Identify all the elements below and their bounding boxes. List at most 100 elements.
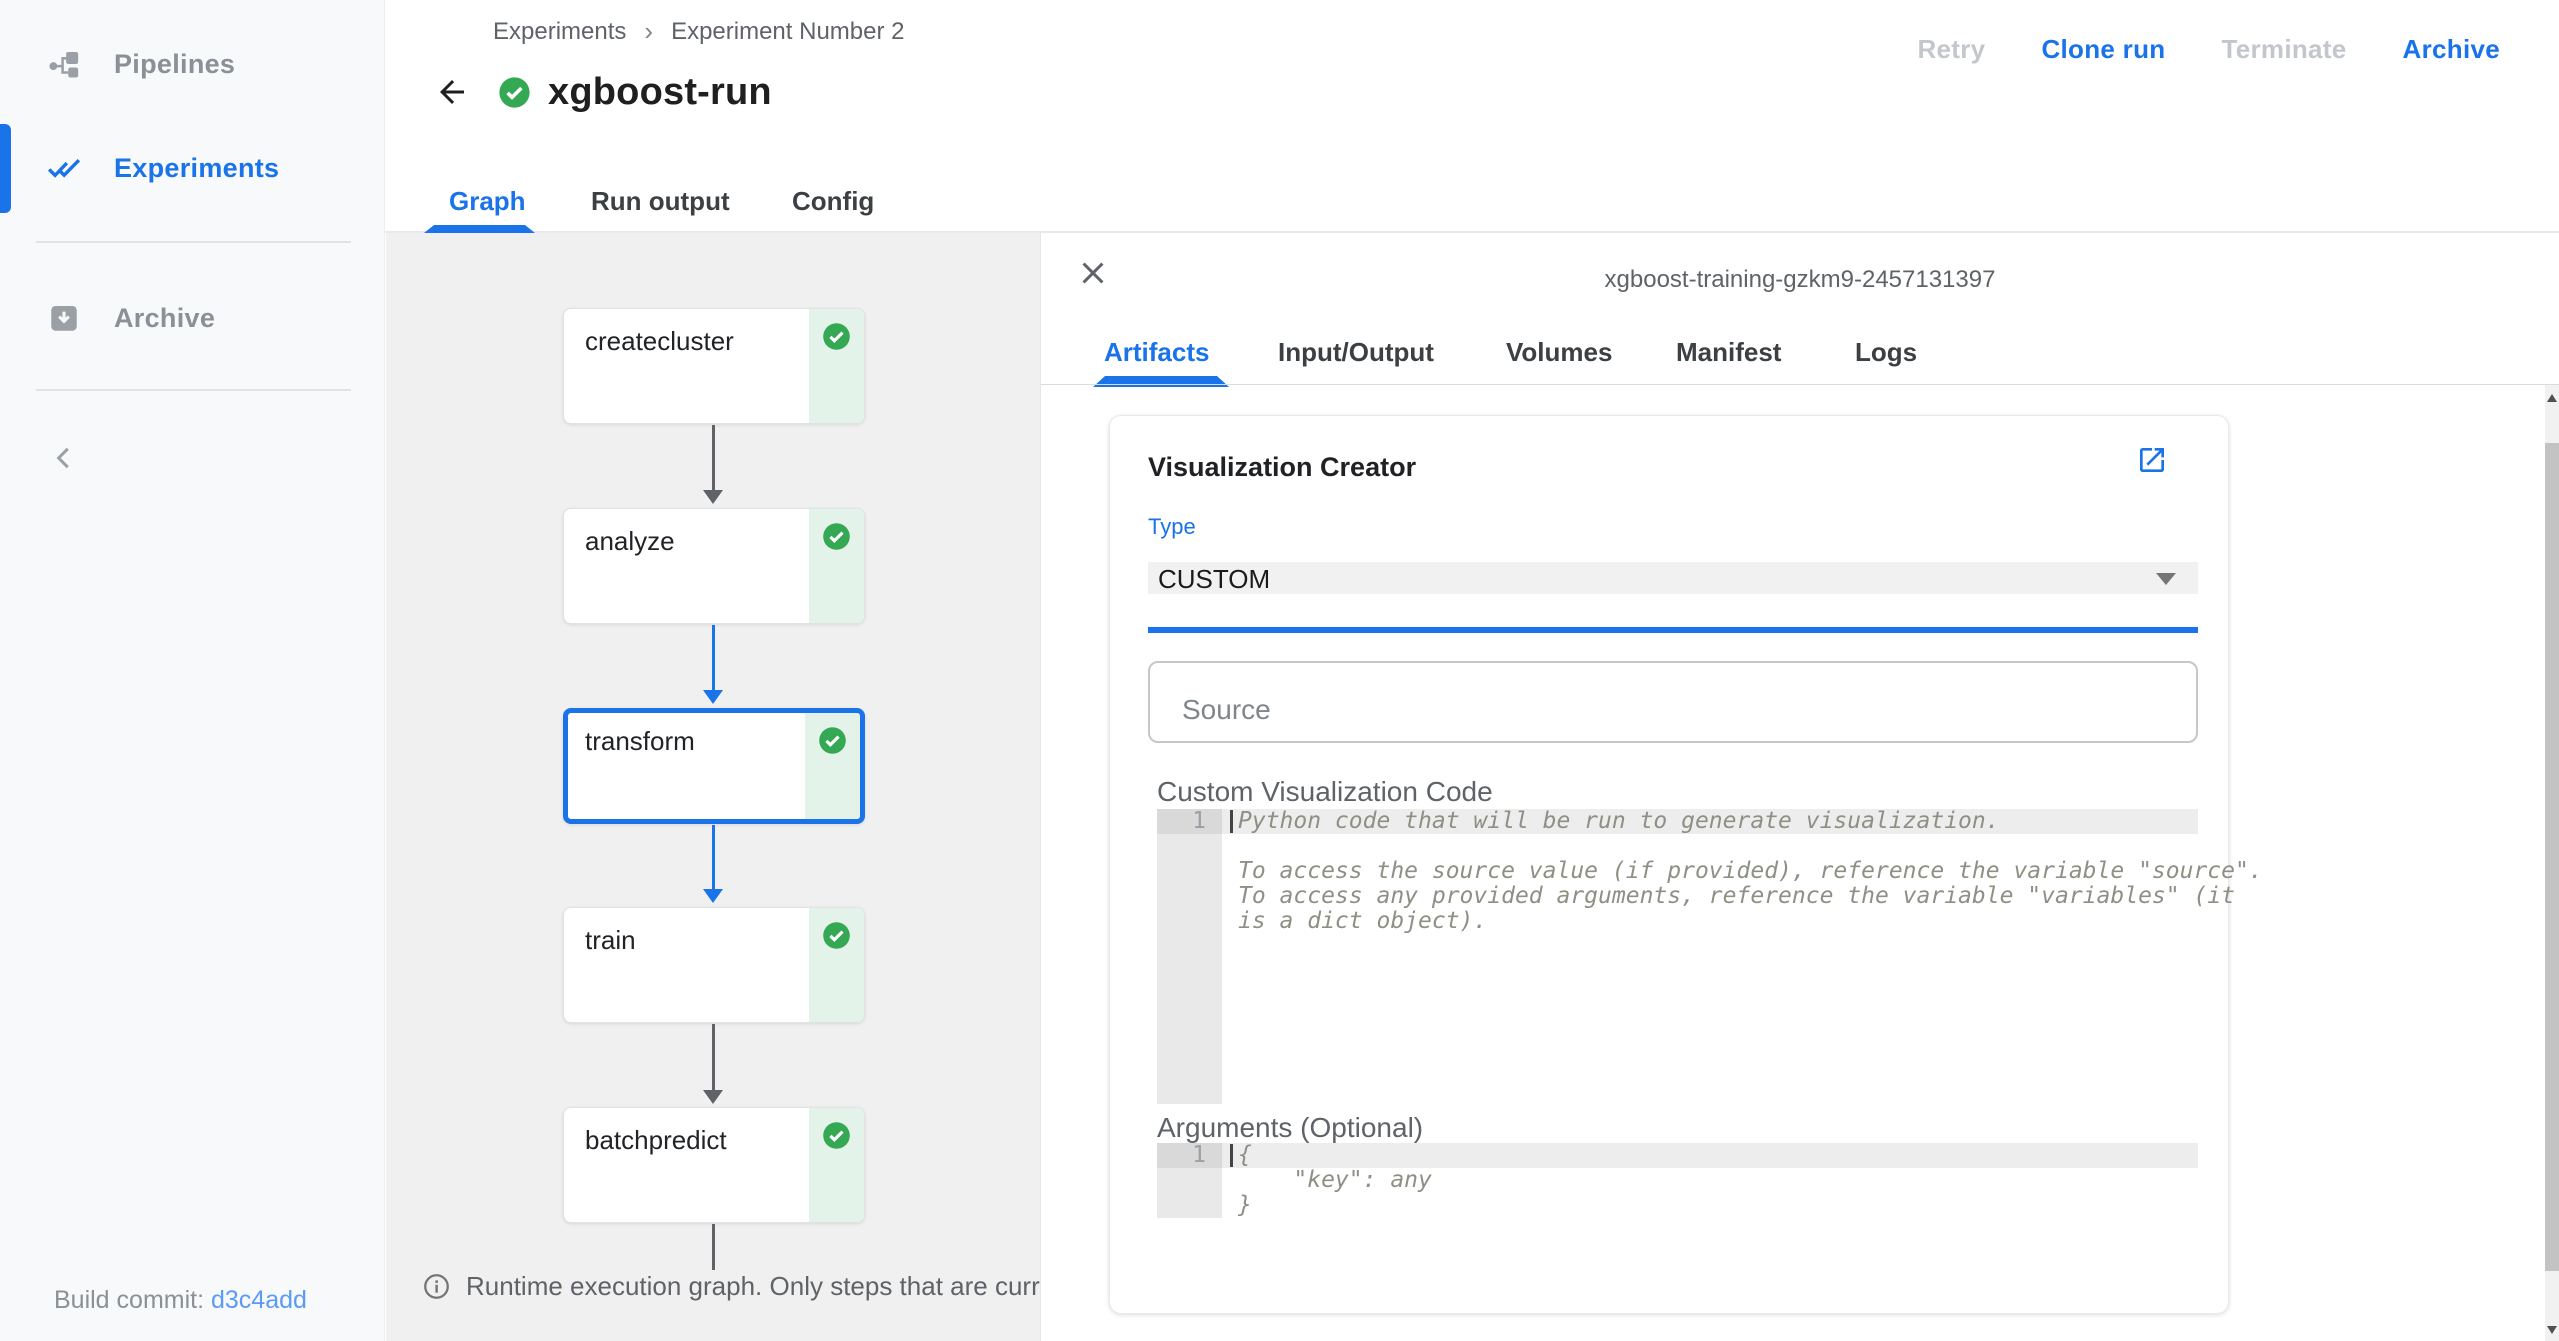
clone-run-button[interactable]: Clone run [2041,34,2165,65]
archive-icon [51,305,77,331]
visualization-type-select[interactable]: CUSTOM [1148,562,2198,594]
tab-artifacts[interactable]: Artifacts [1104,337,1209,368]
code-placeholder-continuation: To access the source value (if provided)… [1238,858,2263,934]
sidebar-item-experiments[interactable]: Experiments [0,128,385,208]
arguments-editor[interactable]: 1 { "key": any } [1157,1143,2198,1218]
edge-transform-train [703,825,723,903]
node-status-strip [809,908,864,1022]
terminate-button[interactable]: Terminate [2221,34,2346,65]
build-commit: Build commit: d3c4add [54,1286,307,1315]
collapse-sidebar-button[interactable] [46,440,82,476]
tab-logs[interactable]: Logs [1855,337,1917,368]
breadcrumb-experiment-number-2: Experiment Number 2 [671,17,905,45]
tab-input-output[interactable]: Input/Output [1278,337,1434,368]
node-label: batchpredict [585,1125,727,1155]
editor-gutter: 1 [1157,1143,1222,1218]
node-success-icon [823,1122,850,1149]
args-placeholder-line1: { [1238,1142,1252,1168]
edge-train-batchpredict [703,1024,723,1104]
scrollbar-up-arrow-icon[interactable] [2547,394,2557,402]
kubeflow-pipelines-app: Pipelines Experiments Archive Build comm… [0,0,2559,1341]
sidebar-divider [36,389,351,391]
archive-button[interactable]: Archive [2403,34,2500,65]
text-cursor [1230,1144,1233,1167]
chevron-left-icon [56,447,69,469]
pipeline-graph-panel: createcluster analyze transform train ba… [386,233,1040,1341]
node-detail-title: xgboost-training-gzkm9-2457131397 [1604,266,1996,293]
sidebar: Pipelines Experiments Archive Build comm… [0,0,385,1341]
graph-node-analyze[interactable]: analyze [563,508,865,624]
source-input[interactable] [1148,661,2198,743]
active-line-highlight [1222,1143,2198,1168]
node-status-strip [809,309,864,423]
custom-code-label: Custom Visualization Code [1157,776,1493,807]
back-button[interactable] [434,74,470,110]
panel-scrollbar[interactable] [2545,385,2559,1341]
node-label: analyze [585,526,675,556]
arrow-back-icon [440,80,464,104]
node-status-strip [805,713,860,819]
node-status-strip [809,509,864,623]
breadcrumb-experiments[interactable]: Experiments [493,18,626,46]
active-tab-indicator [1093,376,1229,387]
run-header: Experiments › Experiment Number 2 xgboos… [385,0,2559,233]
args-placeholder-continuation: "key": any } [1238,1167,1432,1218]
run-actions: Retry Clone run Terminate Archive [1917,34,2500,65]
code-placeholder-line1: Python code that will be run to generate… [1238,808,2000,834]
graph-footnote-text: Runtime execution graph. Only steps that… [466,1271,1040,1301]
edge-batchpredict-out [712,1224,715,1270]
build-commit-link[interactable]: d3c4add [211,1286,307,1314]
pipelines-icon [49,51,79,78]
open-in-new-button[interactable] [2136,444,2168,476]
info-icon [424,1274,449,1299]
tabs-divider [1041,384,2559,385]
retry-button[interactable]: Retry [1917,34,1985,65]
page-title: xgboost-run [548,70,772,113]
dropdown-arrow-icon [2156,573,2176,585]
arguments-label: Arguments (Optional) [1157,1112,1424,1143]
line-number: 1 [1157,809,1222,834]
scrollbar-down-arrow-icon[interactable] [2547,1326,2557,1334]
graph-node-transform[interactable]: transform [563,708,865,824]
node-success-icon [819,727,846,754]
tab-volumes[interactable]: Volumes [1506,337,1612,368]
graph-node-batchpredict[interactable]: batchpredict [563,1107,865,1223]
node-label: createcluster [585,326,734,356]
graph-node-train[interactable]: train [563,907,865,1023]
graph-footnote: Runtime execution graph. Only steps that… [423,1271,1040,1302]
open-in-new-icon [2140,448,2164,472]
scrollbar-thumb[interactable] [2545,443,2559,1271]
tab-config[interactable]: Config [792,186,874,217]
experiments-icon [47,159,81,178]
selected-type-value: CUSTOM [1158,564,1271,594]
tab-manifest[interactable]: Manifest [1676,337,1781,368]
node-status-strip [809,1108,864,1222]
node-label: transform [585,726,695,756]
run-title-row: xgboost-run [434,70,772,113]
select-focus-underline [1148,627,2198,633]
detail-tabs: Artifacts Input/Output Volumes Manifest … [1041,337,2559,384]
run-success-icon [499,76,530,108]
edge-createcluster-analyze [703,425,723,504]
active-tab-indicator [424,225,535,233]
node-label: train [585,925,636,955]
run-tabs: Graph Run output Config [385,186,2559,233]
sidebar-item-label: Pipelines [114,48,236,79]
tab-graph[interactable]: Graph [449,186,526,217]
node-success-icon [823,323,850,350]
sidebar-item-label: Archive [114,302,216,333]
breadcrumb: Experiments › Experiment Number 2 [493,16,905,47]
visualization-creator-card: Visualization Creator Type CUSTOM Custom… [1109,415,2263,1314]
editor-gutter: 1 [1157,809,1222,1104]
sidebar-item-label: Experiments [114,152,280,183]
graph-node-createcluster[interactable]: createcluster [563,308,865,424]
node-success-icon [823,523,850,550]
sidebar-item-pipelines[interactable]: Pipelines [0,24,385,104]
sidebar-divider [36,241,351,243]
build-commit-label: Build commit: [54,1286,211,1314]
tab-run-output[interactable]: Run output [591,186,730,217]
custom-code-editor[interactable]: 1 Python code that will be run to genera… [1157,808,2263,1104]
type-label: Type [1148,514,1196,539]
breadcrumb-separator-icon: › [644,16,654,46]
sidebar-item-archive[interactable]: Archive [0,278,385,358]
